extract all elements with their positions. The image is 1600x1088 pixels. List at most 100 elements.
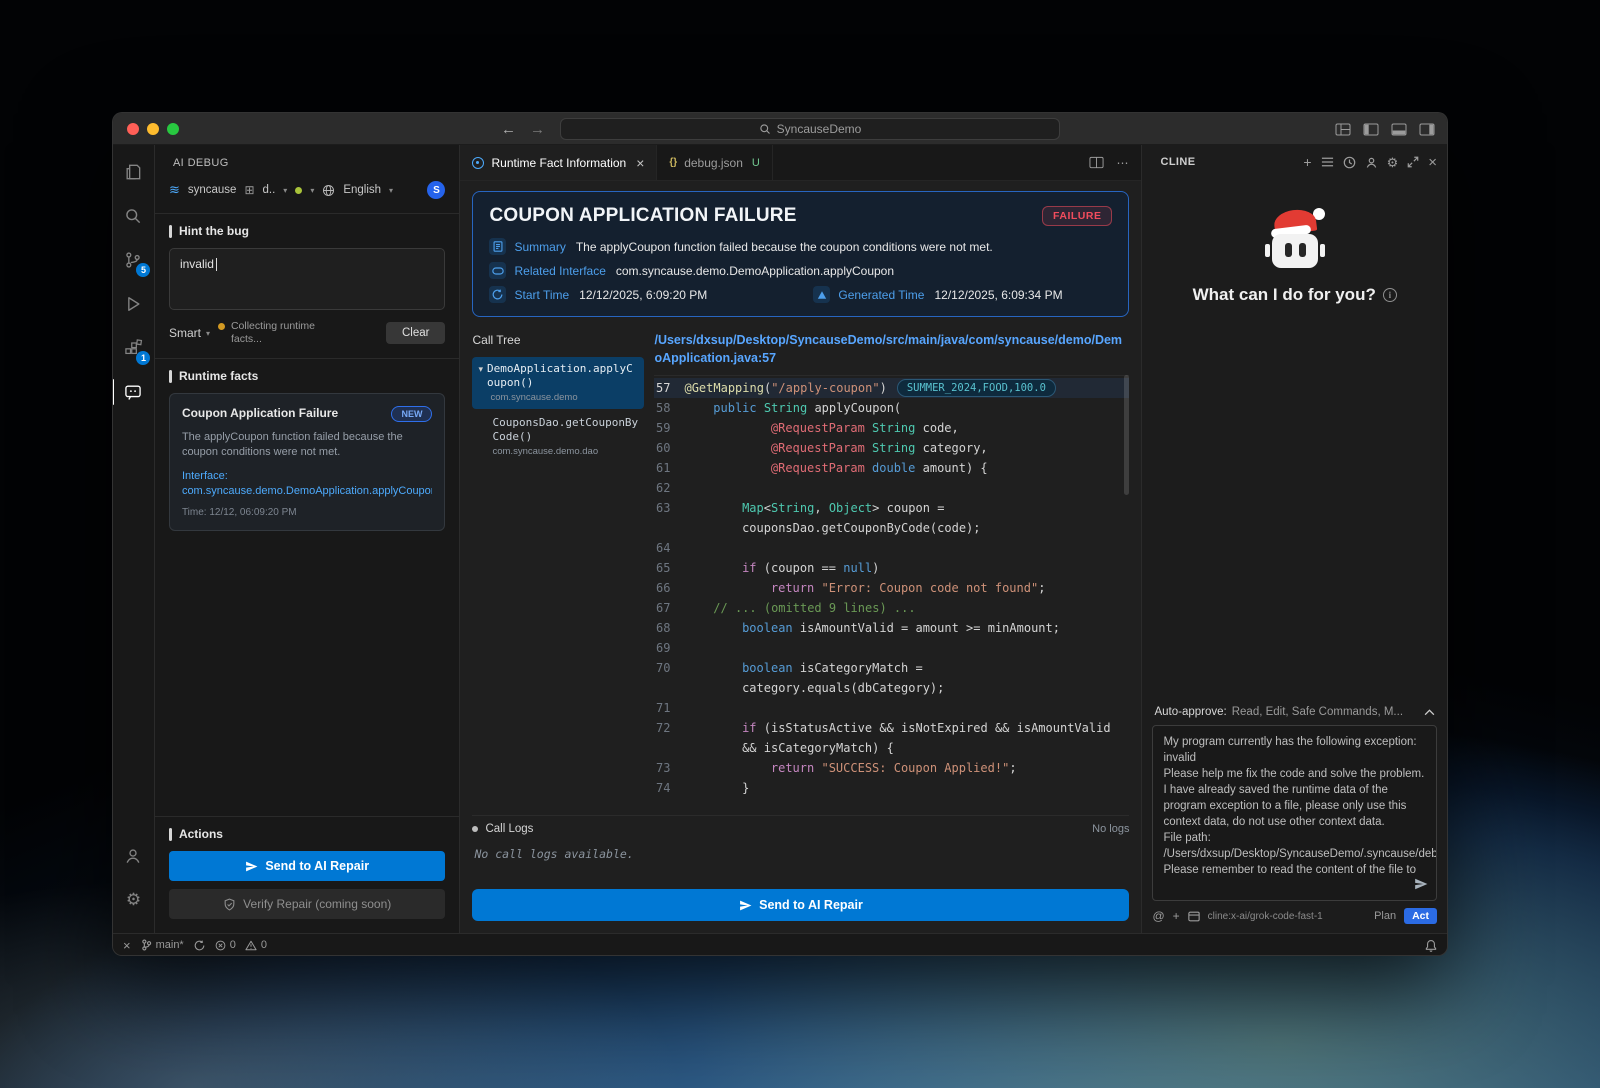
project-selector[interactable]: d.. [263,184,276,196]
toggle-primary-sidebar-icon[interactable] [1363,123,1379,136]
chat-send-icon[interactable] [1414,877,1428,894]
user-avatar[interactable]: S [427,181,445,199]
tab-label: debug.json [684,156,743,170]
settings-gear-icon[interactable]: ⚙ [115,881,151,919]
fact-interface-label: Interface: [182,470,433,482]
sync-icon [194,940,205,951]
mode-label: Smart [169,326,201,340]
info-icon[interactable]: i [1383,288,1397,302]
code-line: 65if (coupon == null) [654,558,1129,578]
mention-icon[interactable]: @ [1152,909,1164,923]
chat-input-box[interactable]: My program currently has the following e… [1152,725,1437,901]
search-sidebar-icon[interactable] [115,197,151,235]
start-time-value: 12/12/2025, 6:09:20 PM [579,288,707,302]
task-list-icon[interactable] [1321,156,1334,168]
code-line: 72if (isStatusActive && isNotExpired && … [654,718,1129,758]
source-control-icon[interactable]: 5 [115,241,151,279]
sync-changes-item[interactable] [194,940,205,951]
act-toggle[interactable]: Act [1404,908,1437,924]
add-context-icon[interactable]: + [1173,909,1180,923]
hint-input[interactable]: invalid [169,248,446,310]
cline-settings-gear-icon[interactable]: ⚙ [1387,156,1399,169]
call-tree-package: com.syncause.demo.dao [492,446,638,458]
warnings-count: 0 [261,939,267,951]
verify-button-label: Verify Repair (coming soon) [243,897,391,911]
code-line: 66return "Error: Coupon code not found"; [654,578,1129,598]
activity-bar: 5 1 ⚙ [113,145,155,933]
chevron-down-icon: ▾ [206,329,210,338]
call-tree-panel: Call Tree ▾ DemoApplication.applyCoupon(… [472,331,644,809]
remote-indicator[interactable]: × [123,938,131,953]
forward-button[interactable]: → [530,121,545,138]
collecting-status: Collecting runtime facts... [218,320,336,346]
syncause-ai-debug-icon[interactable] [115,373,151,411]
new-task-icon[interactable]: + [1303,155,1311,169]
sidebar-toolbar: ≋ syncause ⊞ d.. ▾ ▾ English ▾ S [155,177,460,213]
source-control-badge: 5 [136,263,150,277]
summary-value: The applyCoupon function failed because … [576,240,993,254]
tab-runtime-fact-information[interactable]: Runtime Fact Information × [460,145,657,180]
runtime-fact-card[interactable]: Coupon Application Failure NEW The apply… [169,393,446,531]
call-tree-item[interactable]: ▾ DemoApplication.applyCoupon() com.sync… [472,357,644,409]
explorer-icon[interactable] [115,153,151,191]
source-file-path-link[interactable]: /Users/dxsup/Desktop/SyncauseDemo/src/ma… [654,331,1129,367]
expand-arrow-icon[interactable]: ▾ [478,364,483,390]
minimize-window-button[interactable] [147,123,159,135]
workspace-selector[interactable]: syncause [188,184,237,196]
tab-debug-json[interactable]: {} debug.json U [657,145,772,180]
call-logs-header[interactable]: Call Logs No logs [472,823,1129,835]
model-selector[interactable]: cline:x-ai/grok-code-fast-1 [1208,911,1366,922]
chevron-down-icon: ▾ [310,186,314,195]
code-line: 69 [654,638,1129,658]
extensions-icon[interactable]: 1 [115,329,151,367]
toggle-panel-icon[interactable] [1391,123,1407,136]
toggle-secondary-sidebar-icon[interactable] [1419,123,1435,136]
verify-repair-button[interactable]: Verify Repair (coming soon) [169,889,446,919]
related-interface-label: Related Interface [514,264,605,278]
mode-selector[interactable]: Smart ▾ [169,326,210,340]
split-editor-icon[interactable] [1089,156,1104,169]
send-to-ai-repair-button[interactable]: Send to AI Repair [169,851,446,881]
close-panel-icon[interactable]: × [1428,155,1437,170]
auto-approve-row[interactable]: Auto-approve: Read, Edit, Safe Commands,… [1142,701,1447,725]
clear-button[interactable]: Clear [386,322,445,344]
code-panel[interactable]: /Users/dxsup/Desktop/SyncauseDemo/src/ma… [654,331,1129,809]
problems-item[interactable]: 0 0 [215,939,267,951]
back-button[interactable]: ← [501,121,516,138]
more-actions-icon[interactable]: ⋯ [1116,156,1129,170]
git-branch-item[interactable]: main* [141,939,184,951]
actions-section: Actions Send to AI Repair Verify Repair … [155,816,460,933]
cline-panel: CLINE + ⚙ × [1141,145,1447,933]
language-selector[interactable]: English [343,184,381,196]
close-tab-icon[interactable]: × [636,155,644,171]
send-button-label: Send to AI Repair [265,859,369,873]
account-icon[interactable] [1365,156,1378,169]
code-line: 68boolean isAmountValid = amount >= minA… [654,618,1129,638]
rules-icon[interactable] [1188,911,1200,922]
code-scrollbar[interactable] [1124,375,1129,495]
close-window-button[interactable] [127,123,139,135]
accounts-icon[interactable] [115,837,151,875]
traffic-lights [127,123,179,135]
call-logs-count: No logs [1092,823,1129,835]
notifications-bell-icon[interactable] [1425,939,1437,952]
extensions-badge: 1 [136,351,150,365]
customize-layout-icon[interactable] [1335,123,1351,136]
chevron-down-icon: ▾ [283,186,287,195]
fact-interface-link[interactable]: com.syncause.demo.DemoApplication.applyC… [182,485,433,497]
run-debug-icon[interactable] [115,285,151,323]
service-status-dot[interactable] [295,187,302,194]
vscode-window: ← → SyncauseDemo [112,112,1448,956]
plan-toggle[interactable]: Plan [1374,910,1396,922]
call-tree-title: Call Tree [472,333,644,347]
command-center-search[interactable]: SyncauseDemo [560,118,1060,140]
generated-time-label: Generated Time [838,288,924,302]
zoom-window-button[interactable] [167,123,179,135]
send-button-label: Send to AI Repair [759,898,863,912]
editor-send-to-ai-repair-button[interactable]: Send to AI Repair [472,889,1129,921]
expand-panel-icon[interactable] [1407,156,1419,168]
titlebar: ← → SyncauseDemo [113,113,1447,145]
history-icon[interactable] [1343,156,1356,169]
call-tree-item[interactable]: CouponsDao.getCouponByCode() com.syncaus… [486,411,644,463]
editor-actions: ⋯ [1077,145,1141,180]
